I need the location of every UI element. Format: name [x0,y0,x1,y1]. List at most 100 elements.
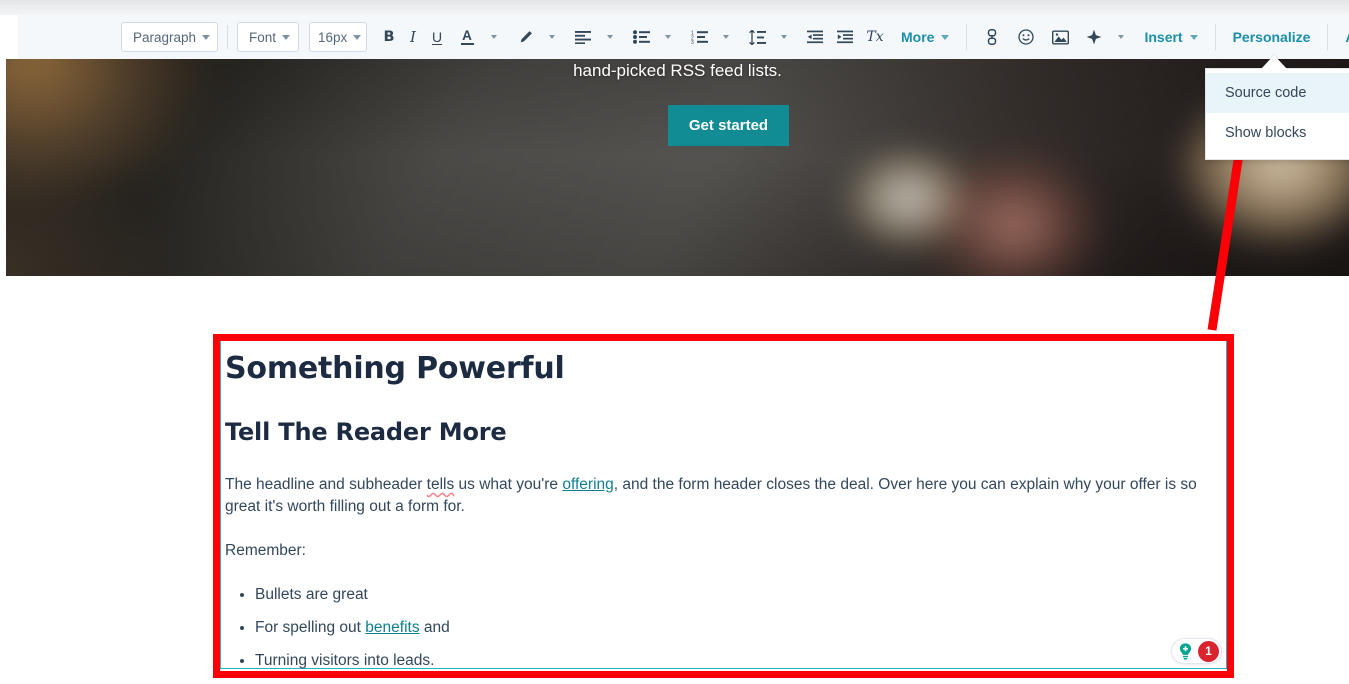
emoji-button[interactable] [1014,22,1038,52]
benefits-list: Bullets are great For spelling out benef… [225,584,1218,672]
chevron-down-icon [202,34,211,40]
paragraph-part-2: us what you're [454,476,563,493]
editor-toolbar: Paragraph Font 16px B I U A 1 2 3 Tx Mor… [18,15,1349,59]
list-item-text: Turning visitors into leads. [255,652,435,669]
chevron-down-icon [607,35,614,39]
menu-item-label: Show blocks [1225,125,1307,141]
italic-icon: I [410,28,416,46]
text-color-icon: A [460,29,474,46]
get-started-button[interactable]: Get started [668,105,789,146]
align-button[interactable] [571,22,595,52]
list-item: Turning visitors into leads. [255,650,1218,672]
insert-button[interactable]: Insert [1140,29,1201,45]
indent-icon [837,30,854,44]
list-item-text: Bullets are great [255,586,368,603]
bold-button[interactable]: B [377,22,401,52]
font-size-value: 16px [318,29,348,45]
paragraph-part-1: The headline and subheader [225,476,427,493]
list-item-suffix: and [419,619,450,636]
advanced-button[interactable]: Advanced [1341,29,1349,45]
numbered-list-icon: 1 2 3 [691,30,708,44]
link-icon [988,29,997,45]
font-family-select[interactable]: Font [237,22,300,52]
align-dropdown[interactable] [595,22,619,52]
list-item: Bullets are great [255,584,1218,606]
text-color-dropdown[interactable] [479,22,503,52]
line-height-dropdown[interactable] [769,22,793,52]
misspelled-word: tells [426,476,455,493]
image-icon [1051,30,1069,44]
toolbar-divider [1327,24,1329,50]
insert-label: Insert [1144,29,1183,45]
font-size-select[interactable]: 16px [309,22,368,52]
chevron-down-icon [941,34,950,40]
hero-banner: hand-picked RSS feed lists. Get started [6,59,1349,276]
more-label: More [901,29,935,45]
paragraph-style-select[interactable]: Paragraph [121,22,218,52]
highlight-button[interactable] [513,22,537,52]
personalize-label: Personalize [1232,29,1311,45]
text-color-button[interactable]: A [455,22,479,52]
toolbar-divider [966,24,968,50]
suggestions-badge[interactable]: 1 [1171,638,1222,664]
image-button[interactable] [1048,22,1072,52]
paragraph-style-value: Paragraph [133,29,197,45]
bulleted-list-button[interactable] [629,22,653,52]
chevron-down-icon [491,35,498,39]
clear-formatting-button[interactable]: Tx [863,22,887,52]
numbered-list-button[interactable]: 1 2 3 [687,22,711,52]
underline-icon: U [431,29,443,45]
align-left-icon [575,31,592,44]
personalize-button[interactable]: Personalize [1229,29,1315,45]
chevron-down-icon [723,35,730,39]
svg-text:3: 3 [691,40,694,44]
advanced-menu: Source code Show blocks [1205,68,1349,160]
ai-assistant-button[interactable] [1082,22,1106,52]
offering-link[interactable]: offering [562,476,613,493]
link-button[interactable] [980,22,1004,52]
lightbulb-icon [1175,641,1196,662]
highlight-dropdown[interactable] [537,22,561,52]
clear-formatting-icon: Tx [866,29,884,45]
remember-label: Remember: [225,542,306,559]
hero-overlay [6,59,1349,276]
toolbar-divider [227,25,228,49]
chevron-down-icon [1118,35,1125,39]
hero-subtitle: hand-picked RSS feed lists. [573,61,782,80]
outdent-button[interactable] [803,22,827,52]
benefits-link[interactable]: benefits [365,619,419,636]
module-heading: Something Powerful [225,351,565,386]
emoji-icon [1018,29,1035,45]
indent-button[interactable] [833,22,857,52]
menu-item-source-code[interactable]: Source code [1206,73,1349,113]
browser-top-strip [0,0,1349,15]
rich-text-module[interactable]: Something Powerful Tell The Reader More … [220,340,1227,669]
numbered-list-dropdown[interactable] [711,22,735,52]
menu-item-label: Source code [1225,85,1307,101]
chevron-down-icon [549,35,556,39]
module-subheading: Tell The Reader More [225,418,507,446]
menu-item-show-blocks[interactable]: Show blocks [1206,113,1349,153]
outdent-icon [807,30,824,44]
chevron-down-icon [1189,34,1198,40]
more-button[interactable]: More [897,29,953,45]
toolbar-divider [1214,24,1216,50]
italic-button[interactable]: I [401,22,425,52]
line-height-button[interactable] [745,22,769,52]
chevron-down-icon [781,35,788,39]
chevron-down-icon [282,34,291,40]
highlight-icon [520,30,532,42]
list-item-prefix: For spelling out [255,619,366,636]
suggestion-count: 1 [1198,640,1219,662]
font-family-value: Font [249,29,277,45]
bulleted-list-dropdown[interactable] [653,22,677,52]
line-height-icon [748,29,766,45]
chevron-down-icon [665,35,672,39]
bulleted-list-icon [632,30,650,44]
chevron-down-icon [353,34,362,40]
dropdown-pointer [1261,55,1287,69]
list-item: For spelling out benefits and [255,617,1218,639]
advanced-label: Advanced [1345,29,1349,45]
underline-button[interactable]: U [425,22,449,52]
ai-assistant-dropdown[interactable] [1106,22,1130,52]
